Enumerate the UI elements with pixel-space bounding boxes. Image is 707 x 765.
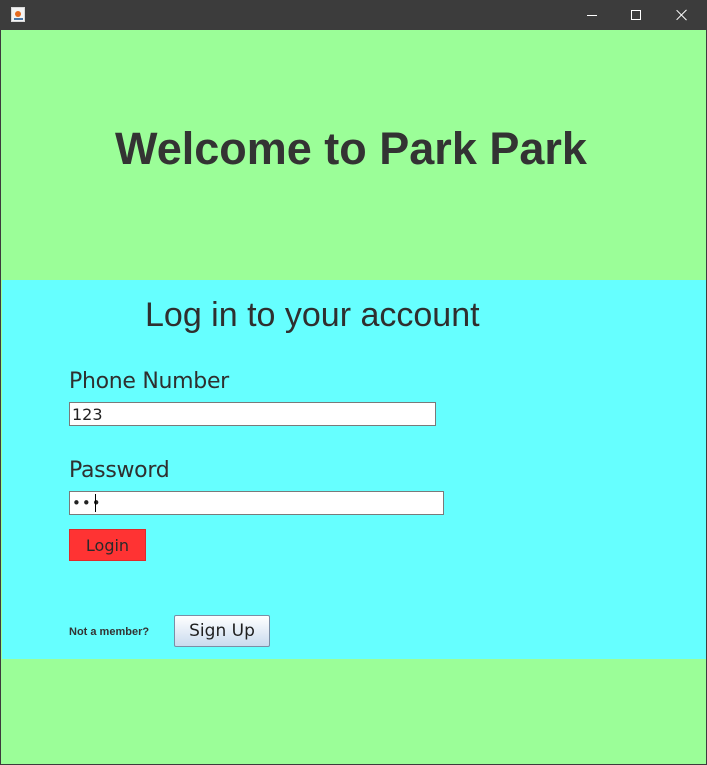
title-bar[interactable] <box>1 0 706 30</box>
header-panel: Welcome to Park Park <box>2 31 706 279</box>
phone-number-input[interactable] <box>69 402 436 426</box>
welcome-title: Welcome to Park Park <box>2 123 706 175</box>
text-caret <box>95 494 96 512</box>
app-window: Welcome to Park Park Log in to your acco… <box>0 0 707 765</box>
password-label: Password <box>69 458 170 483</box>
login-button[interactable]: Login <box>69 529 146 561</box>
login-heading: Log in to your account <box>145 296 480 334</box>
maximize-button[interactable] <box>613 0 659 30</box>
login-panel: Log in to your account Phone Number Pass… <box>2 280 706 659</box>
phone-number-label: Phone Number <box>69 369 229 394</box>
java-app-icon <box>11 7 25 22</box>
footer-panel <box>2 659 706 764</box>
not-member-label: Not a member? <box>69 626 150 638</box>
close-icon <box>676 9 688 21</box>
minimize-button[interactable] <box>569 0 615 30</box>
password-input[interactable] <box>69 491 444 515</box>
close-button[interactable] <box>659 0 705 30</box>
welcome-title-text: Welcome to Park Park <box>115 123 587 174</box>
sign-up-button[interactable]: Sign Up <box>174 615 270 647</box>
minimize-icon <box>587 14 597 16</box>
maximize-icon <box>631 10 641 20</box>
